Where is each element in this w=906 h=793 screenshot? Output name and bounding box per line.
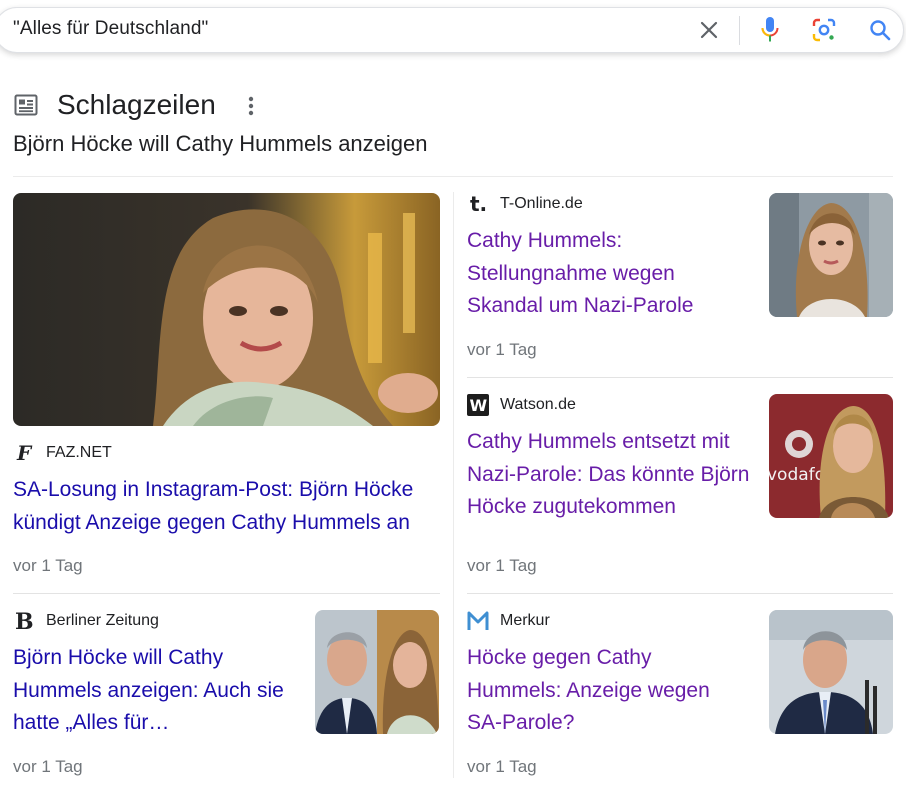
age-merkur: vor 1 Tag bbox=[467, 757, 537, 776]
t-online-logo-icon: t. bbox=[467, 193, 489, 215]
section-title: Schlagzeilen bbox=[57, 89, 216, 120]
age-berliner: vor 1 Tag bbox=[13, 757, 83, 776]
source-tonline: t. T-Online.de bbox=[467, 193, 583, 215]
headline-faz[interactable]: SA-Losung in Instagram-Post: Björn Höcke… bbox=[13, 474, 438, 539]
search-bar-area: "Alles für Deutschland" bbox=[0, 0, 906, 64]
article-image-berliner[interactable] bbox=[315, 610, 439, 734]
watson-logo-icon: W bbox=[467, 394, 489, 416]
headline-watson[interactable]: Cathy Hummels entsetzt mit Nazi-Parole: … bbox=[467, 426, 757, 524]
newspaper-icon bbox=[14, 94, 38, 116]
search-bar-divider bbox=[739, 16, 740, 45]
svg-text:F: F bbox=[16, 442, 33, 464]
search-input[interactable]: "Alles für Deutschland" bbox=[13, 18, 208, 40]
vodafone-wall-text: vodafo bbox=[769, 465, 825, 485]
svg-text:B: B bbox=[15, 610, 34, 632]
microphone-icon[interactable] bbox=[753, 13, 787, 47]
article-image-merkur[interactable] bbox=[769, 610, 893, 734]
row-divider bbox=[13, 593, 440, 594]
header-divider bbox=[13, 176, 893, 177]
article-image-faz[interactable] bbox=[13, 193, 440, 426]
source-berliner: B Berliner Zeitung bbox=[13, 610, 159, 632]
search-icon[interactable] bbox=[863, 13, 897, 47]
row-divider bbox=[467, 593, 893, 594]
google-lens-icon[interactable] bbox=[807, 13, 841, 47]
svg-text:t.: t. bbox=[470, 193, 487, 215]
age-tonline: vor 1 Tag bbox=[467, 340, 537, 359]
section-subtitle: Björn Höcke will Cathy Hummels anzeigen bbox=[13, 131, 428, 156]
faz-logo-icon: F bbox=[13, 442, 35, 464]
berliner-zeitung-logo-icon: B bbox=[13, 610, 35, 632]
headline-berliner[interactable]: Björn Höcke will Cathy Hummels anzeigen:… bbox=[13, 642, 288, 740]
source-watson: W Watson.de bbox=[467, 394, 576, 416]
article-image-watson[interactable]: vodafo bbox=[769, 394, 893, 518]
source-name: Watson.de bbox=[500, 396, 576, 413]
source-name: Merkur bbox=[500, 612, 550, 629]
source-name: T-Online.de bbox=[500, 195, 583, 212]
article-image-tonline[interactable] bbox=[769, 193, 893, 317]
headline-merkur[interactable]: Höcke gegen Cathy Hummels: Anzeige wegen… bbox=[467, 642, 742, 740]
source-merkur: Merkur bbox=[467, 610, 550, 632]
column-divider bbox=[453, 192, 454, 778]
source-name: Berliner Zeitung bbox=[46, 612, 159, 629]
merkur-logo-icon bbox=[467, 610, 489, 632]
source-name: FAZ.NET bbox=[46, 444, 112, 461]
more-vert-icon[interactable] bbox=[240, 95, 262, 117]
headline-tonline[interactable]: Cathy Hummels: Stellungnahme wegen Skand… bbox=[467, 225, 742, 323]
age-watson: vor 1 Tag bbox=[467, 556, 537, 575]
age-faz: vor 1 Tag bbox=[13, 556, 83, 575]
svg-text:W: W bbox=[470, 396, 488, 415]
row-divider bbox=[467, 377, 893, 378]
close-icon[interactable] bbox=[692, 13, 726, 47]
source-faz: F FAZ.NET bbox=[13, 442, 112, 464]
